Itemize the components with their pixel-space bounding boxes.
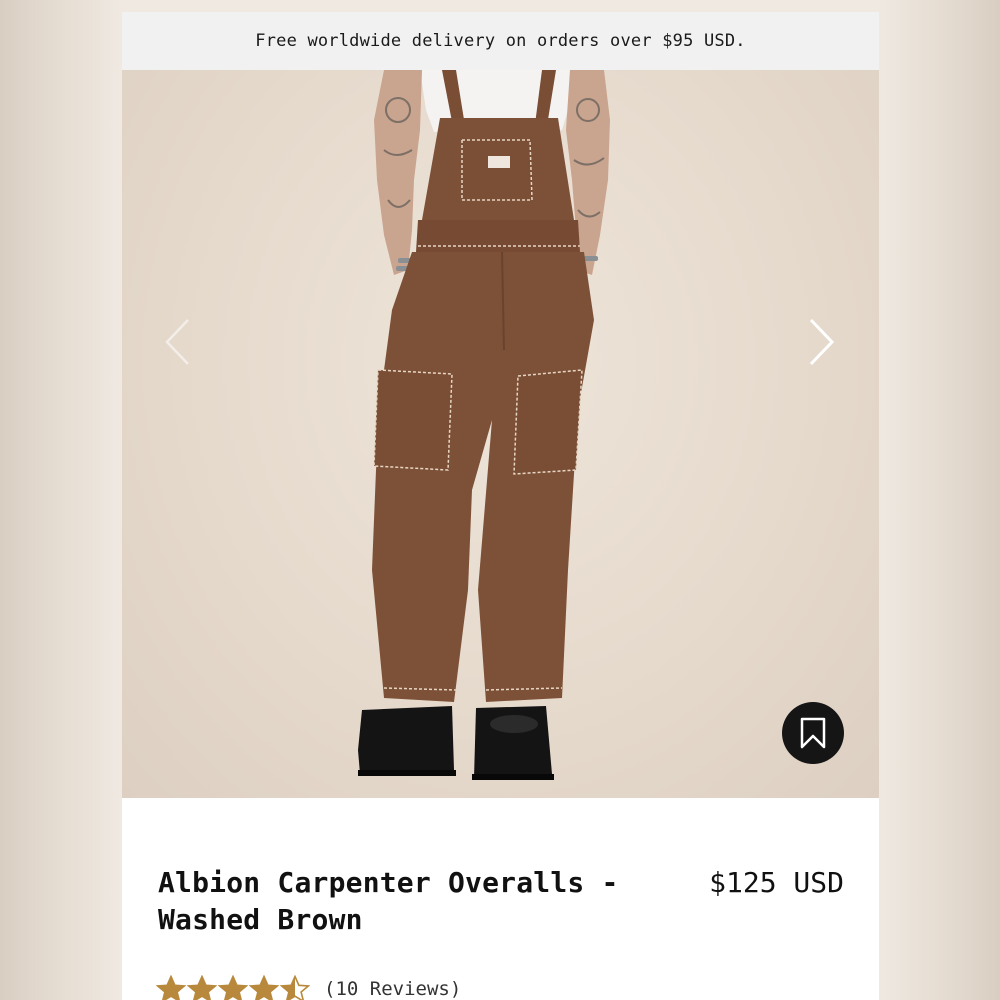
chevron-right-icon bbox=[809, 318, 835, 366]
previous-image-button[interactable] bbox=[158, 314, 198, 370]
promo-text: Free worldwide delivery on orders over $… bbox=[255, 31, 746, 51]
star-full-icon bbox=[156, 975, 186, 1000]
star-half-icon bbox=[280, 975, 310, 1000]
star-full-icon bbox=[187, 975, 217, 1000]
product-image-gallery[interactable] bbox=[122, 70, 879, 798]
rating-stars bbox=[156, 975, 310, 1000]
product-price: $125 USD bbox=[709, 866, 844, 899]
chevron-left-icon bbox=[165, 319, 189, 365]
star-full-icon bbox=[218, 975, 248, 1000]
product-page: Free worldwide delivery on orders over $… bbox=[122, 12, 879, 1000]
product-title: Albion Carpenter Overalls - Washed Brown bbox=[158, 866, 619, 936]
bookmark-icon bbox=[800, 717, 826, 749]
reviews-count-link[interactable]: (10 Reviews) bbox=[324, 978, 461, 1000]
next-image-button[interactable] bbox=[801, 314, 841, 370]
product-rating[interactable]: (10 Reviews) bbox=[156, 974, 461, 1000]
promo-banner: Free worldwide delivery on orders over $… bbox=[122, 12, 879, 70]
star-full-icon bbox=[249, 975, 279, 1000]
save-to-wishlist-button[interactable] bbox=[782, 702, 844, 764]
product-photo bbox=[358, 70, 610, 780]
